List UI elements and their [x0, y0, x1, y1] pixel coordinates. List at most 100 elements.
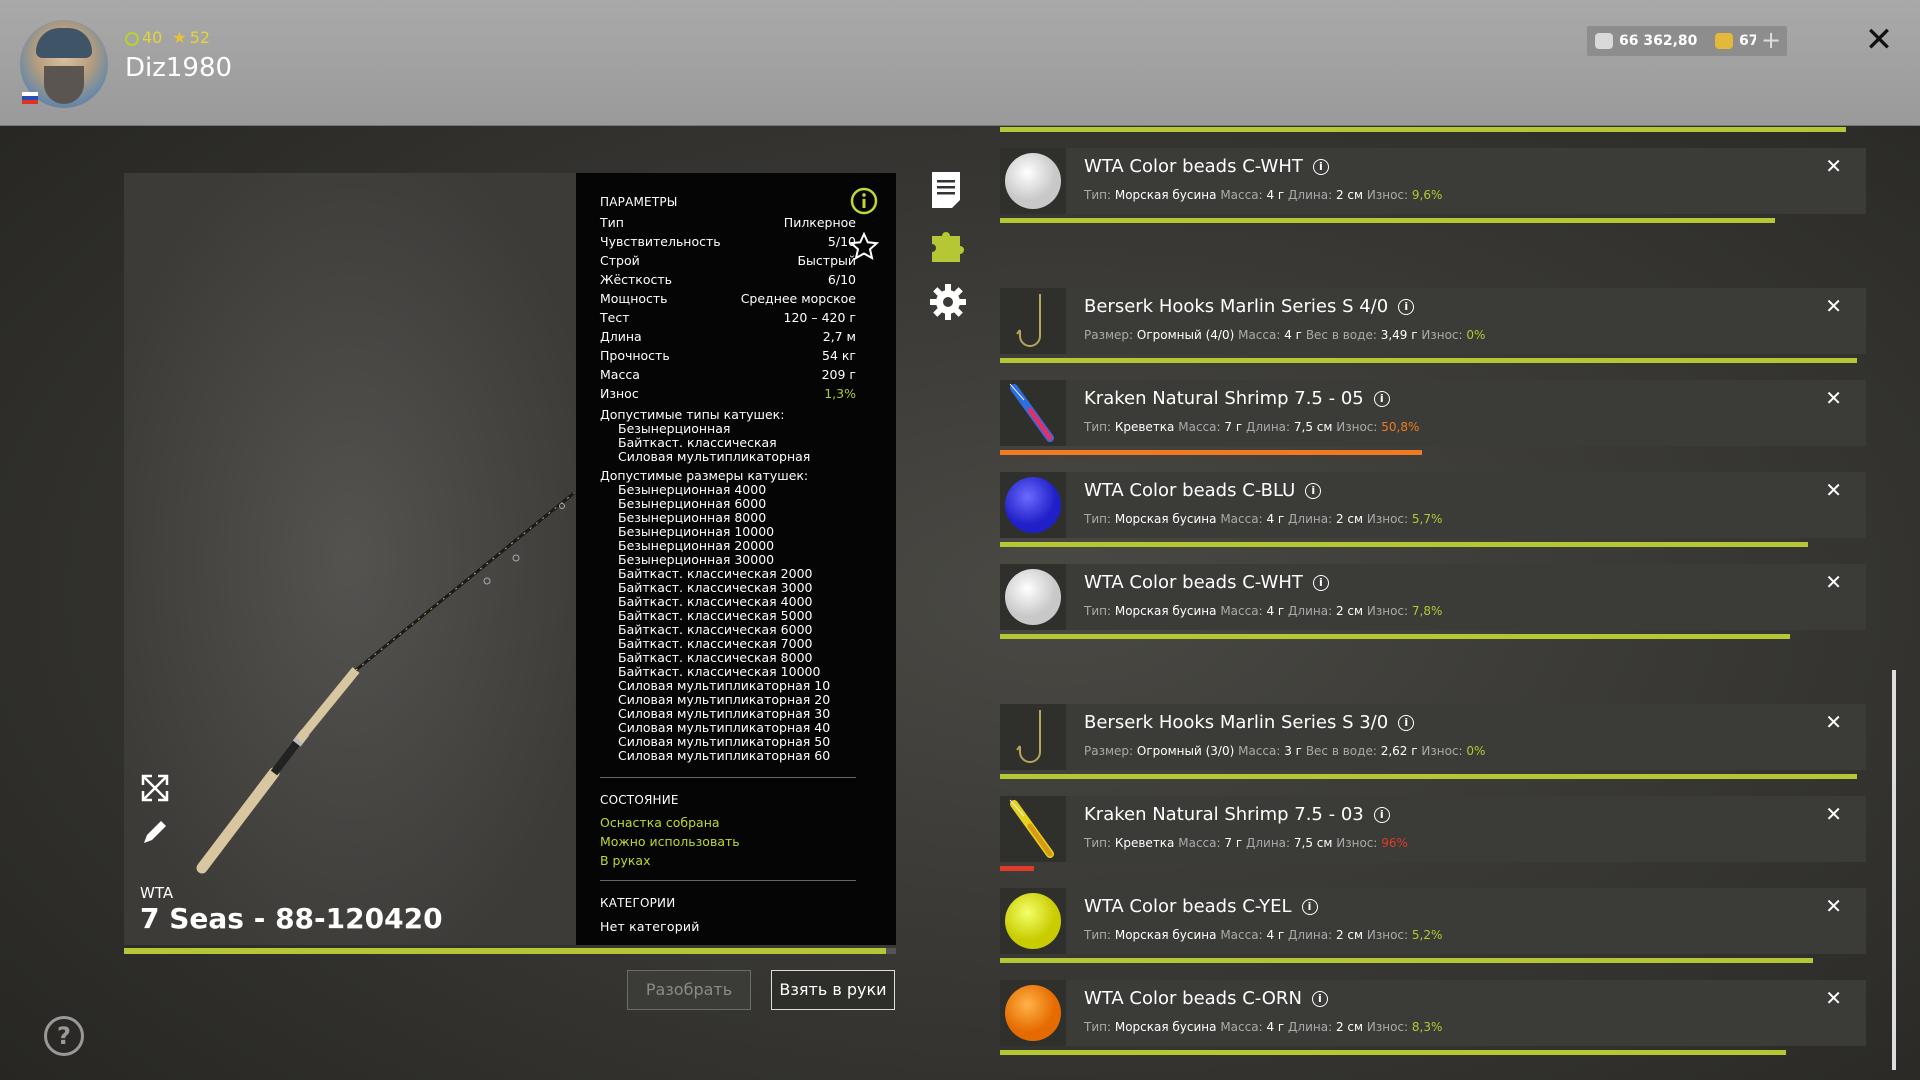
remove-icon[interactable]: ✕	[1825, 386, 1842, 410]
item-durability-fill	[1000, 1050, 1787, 1055]
item-details: Тип: Морская бусина Масса: 4 г Длина: 2 …	[1084, 604, 1442, 618]
detail-label: Тип:	[1084, 1020, 1115, 1034]
item-durability-fill	[1000, 774, 1858, 779]
avatar-beard	[44, 66, 84, 104]
remove-icon[interactable]: ✕	[1825, 294, 1842, 318]
rod-name: 7 Seas - 88-120420	[140, 902, 443, 935]
puzzle-icon[interactable]	[928, 226, 964, 266]
tackle-item[interactable]: Berserk Hooks Marlin Series S 4/0 i Размер…	[1000, 288, 1866, 354]
reel-size-item: Безынерционная 30000	[618, 552, 775, 567]
detail-label: Масса:	[1220, 512, 1267, 526]
param-label: Длина	[600, 329, 642, 344]
param-value: Среднее морское	[740, 291, 856, 306]
expand-icon[interactable]	[140, 773, 170, 803]
detail-label: Масса:	[1238, 744, 1285, 758]
add-currency-button[interactable]: +	[1756, 26, 1786, 56]
info-icon[interactable]: i	[1373, 807, 1390, 823]
wear-value: 7,8%	[1411, 604, 1443, 618]
detail-label: Длина:	[1245, 836, 1294, 850]
wear-label: Износ:	[1336, 836, 1382, 850]
item-details: Тип: Креветка Масса: 7 г Длина: 7,5 см И…	[1084, 836, 1408, 850]
wear-label: Износ:	[1366, 604, 1412, 618]
gear-icon[interactable]	[928, 282, 966, 322]
detail-value: 2 см	[1335, 188, 1364, 202]
detail-value: Креветка	[1114, 420, 1175, 434]
detail-value: 2 см	[1335, 1020, 1364, 1034]
remove-icon[interactable]: ✕	[1825, 478, 1842, 502]
item-durability-bar	[1000, 218, 1866, 223]
tackle-item[interactable]: Kraken Natural Shrimp 7.5 - 05 i Тип: Крев…	[1000, 380, 1866, 446]
item-durability-fill	[1000, 866, 1035, 871]
item-details: Тип: Морская бусина Масса: 4 г Длина: 2 …	[1084, 512, 1442, 526]
item-name: WTA Color beads C-YEL	[1084, 896, 1292, 917]
item-durability-bar	[1000, 358, 1866, 363]
item-title: WTA Color beads C-WHT i	[1084, 156, 1329, 177]
wear-value: 5,7%	[1411, 512, 1443, 526]
info-icon[interactable]: i	[1312, 575, 1329, 591]
info-icon[interactable]: i	[1398, 715, 1415, 731]
disassemble-button[interactable]: Разобрать	[627, 970, 751, 1010]
info-icon[interactable]: i	[1301, 899, 1318, 915]
detail-value: 4 г	[1266, 1020, 1285, 1034]
remove-icon[interactable]: ✕	[1825, 710, 1842, 734]
param-value: 1,3%	[824, 386, 856, 401]
tackle-item[interactable]: Berserk Hooks Marlin Series S 3/0 i Размер…	[1000, 704, 1866, 770]
detail-label: Масса:	[1220, 928, 1267, 942]
reel-sizes-list: Допустимые размеры катушек: Безынерционн…	[600, 469, 830, 763]
remove-icon[interactable]: ✕	[1825, 570, 1842, 594]
info-icon[interactable]: i	[1305, 483, 1322, 499]
gold-coins-icon	[1715, 33, 1733, 49]
rod-durability-bar	[124, 948, 896, 954]
item-name: WTA Color beads C-WHT	[1084, 156, 1303, 177]
edit-pencil-icon[interactable]	[140, 817, 170, 847]
param-value: Пилкерное	[783, 215, 856, 230]
detail-label: Тип:	[1084, 420, 1115, 434]
wear-value: 0%	[1466, 744, 1486, 758]
tackle-item[interactable]: WTA Color beads C-WHT i Тип: Морская бусин…	[1000, 148, 1866, 214]
reel-size-item: Байткаст. классическая 2000	[618, 566, 813, 581]
help-icon[interactable]: ?	[44, 1016, 84, 1056]
tackle-item[interactable]: Kraken Natural Shrimp 7.5 - 03 i Тип: Крев…	[1000, 796, 1866, 862]
tackle-item[interactable]: WTA Color beads C-ORN i Тип: Морская бусин…	[1000, 980, 1866, 1046]
reel-size-item: Силовая мультипликаторная 10	[618, 678, 831, 693]
state-item: Можно использовать	[600, 834, 740, 849]
item-thumbnail	[1000, 380, 1066, 446]
item-title: WTA Color beads C-YEL i	[1084, 896, 1318, 917]
tackle-item[interactable]: WTA Color beads C-WHT i Тип: Морская бусин…	[1000, 564, 1866, 630]
item-name: WTA Color beads C-BLU	[1084, 480, 1296, 501]
param-label: Масса	[600, 367, 640, 382]
reel-type-item: Силовая мультипликаторная	[618, 449, 811, 464]
take-in-hands-button[interactable]: Взять в руки	[771, 970, 895, 1010]
close-button[interactable]: ✕	[1862, 22, 1896, 58]
info-icon[interactable]: i	[1398, 299, 1415, 315]
level-ring-icon	[125, 31, 139, 46]
detail-value: 3,49 г	[1380, 328, 1418, 342]
item-name: Berserk Hooks Marlin Series S 3/0	[1084, 712, 1389, 733]
rod-preview[interactable]	[124, 173, 576, 945]
detail-label: Масса:	[1220, 188, 1267, 202]
state-item: В руках	[600, 853, 651, 868]
avatar-hat	[36, 28, 92, 58]
reel-size-item: Байткаст. классическая 6000	[618, 622, 813, 637]
info-icon[interactable]: i	[1312, 159, 1329, 175]
info-icon[interactable]: i	[1373, 391, 1390, 407]
reel-type-item: Байткаст. классическая	[618, 435, 777, 450]
remove-icon[interactable]: ✕	[1825, 154, 1842, 178]
info-icon[interactable]: i	[1311, 991, 1328, 1007]
scrollbar[interactable]	[1892, 670, 1896, 1070]
parameters-panel: ПАРАМЕТРЫ Тип Пилкерное Чувствительность 5/…	[576, 173, 896, 945]
item-title: Berserk Hooks Marlin Series S 4/0 i	[1084, 296, 1415, 317]
detail-value: 7 г	[1224, 836, 1243, 850]
document-icon[interactable]	[928, 170, 964, 210]
tackle-item[interactable]: WTA Color beads C-YEL i Тип: Морская бусин…	[1000, 888, 1866, 954]
tackle-item[interactable]: WTA Color beads C-BLU i Тип: Морская бусин…	[1000, 472, 1866, 538]
detail-label: Вес в воде:	[1305, 744, 1381, 758]
remove-icon[interactable]: ✕	[1825, 986, 1842, 1010]
reel-size-item: Силовая мультипликаторная 20	[618, 692, 831, 707]
param-label: Износ	[600, 386, 639, 401]
item-title: Kraken Natural Shrimp 7.5 - 05 i	[1084, 388, 1390, 409]
param-label: Строй	[600, 253, 640, 268]
remove-icon[interactable]: ✕	[1825, 894, 1842, 918]
item-thumbnail	[1000, 288, 1066, 354]
remove-icon[interactable]: ✕	[1825, 802, 1842, 826]
